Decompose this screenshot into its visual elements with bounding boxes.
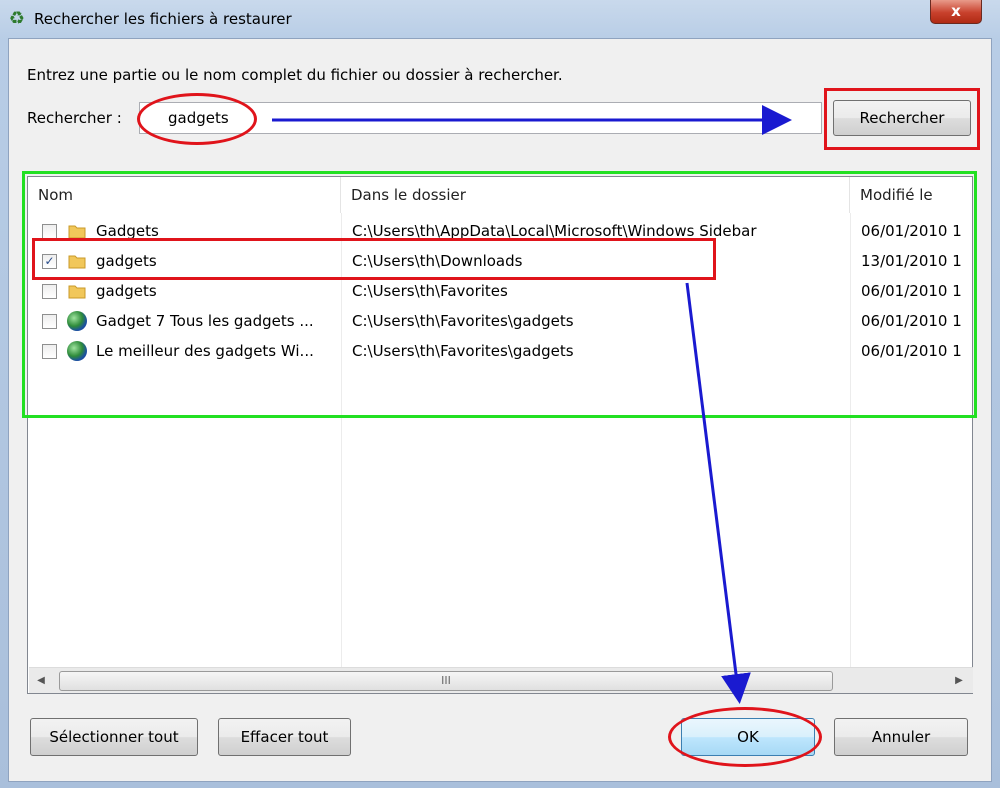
arrow-to-ok-button — [685, 282, 751, 704]
annotation-arrows — [272, 105, 792, 704]
